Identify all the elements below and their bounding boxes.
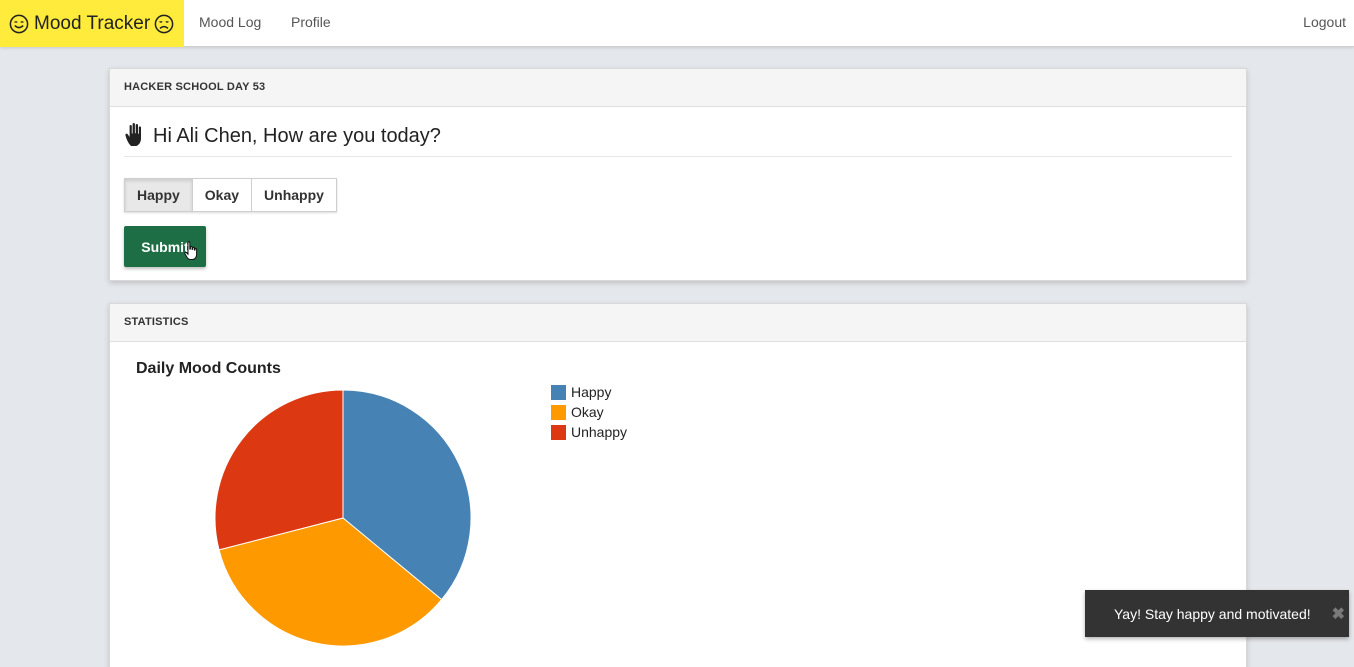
mood-okay-button[interactable]: Okay [192,178,253,212]
brand-title: Mood Tracker [34,12,151,34]
legend-label: Unhappy [571,424,628,440]
legend-item-okay: Okay [551,402,627,422]
mood-options: Happy Okay Unhappy [124,178,337,212]
legend-swatch [551,384,566,400]
close-icon[interactable]: ✖ [1332,604,1345,624]
legend-swatch [551,404,566,420]
chart-legend: Happy Okay Unhappy [551,382,627,442]
pie-chart [214,389,472,647]
toast-message: Yay! Stay happy and motivated! [1114,605,1311,622]
legend-label: Okay [571,404,604,420]
navbar: Mood Tracker Mood Log Profile Logout [0,0,1354,47]
legend-item-unhappy: Unhappy [551,422,627,442]
sad-face-icon [154,14,174,33]
legend-item-happy: Happy [551,382,627,402]
checkin-panel-heading: HACKER SCHOOL DAY 53 [110,69,1246,107]
legend-swatch [551,424,566,440]
mood-unhappy-button[interactable]: Unhappy [252,178,337,212]
toast-notification: Yay! Stay happy and motivated! ✖ [1085,590,1349,637]
nav-profile[interactable]: Profile [291,14,331,30]
pointer-cursor-icon [184,241,198,260]
legend-label: Happy [571,384,612,400]
brand-link[interactable]: Mood Tracker [0,0,184,47]
smiley-icon [9,14,29,33]
logout-link[interactable]: Logout [1303,14,1346,30]
mood-happy-button[interactable]: Happy [124,178,193,212]
nav-mood-log[interactable]: Mood Log [199,14,261,30]
statistics-panel: STATISTICS Daily Mood Counts Happy Okay Un… [109,303,1247,667]
checkin-panel: HACKER SCHOOL DAY 53 Hi Ali Chen, How ar… [109,68,1247,281]
raised-hand-icon [125,123,141,146]
greeting: Hi Ali Chen, How are you today? [124,123,1232,157]
greeting-text: Hi Ali Chen, How are you today? [153,125,441,147]
